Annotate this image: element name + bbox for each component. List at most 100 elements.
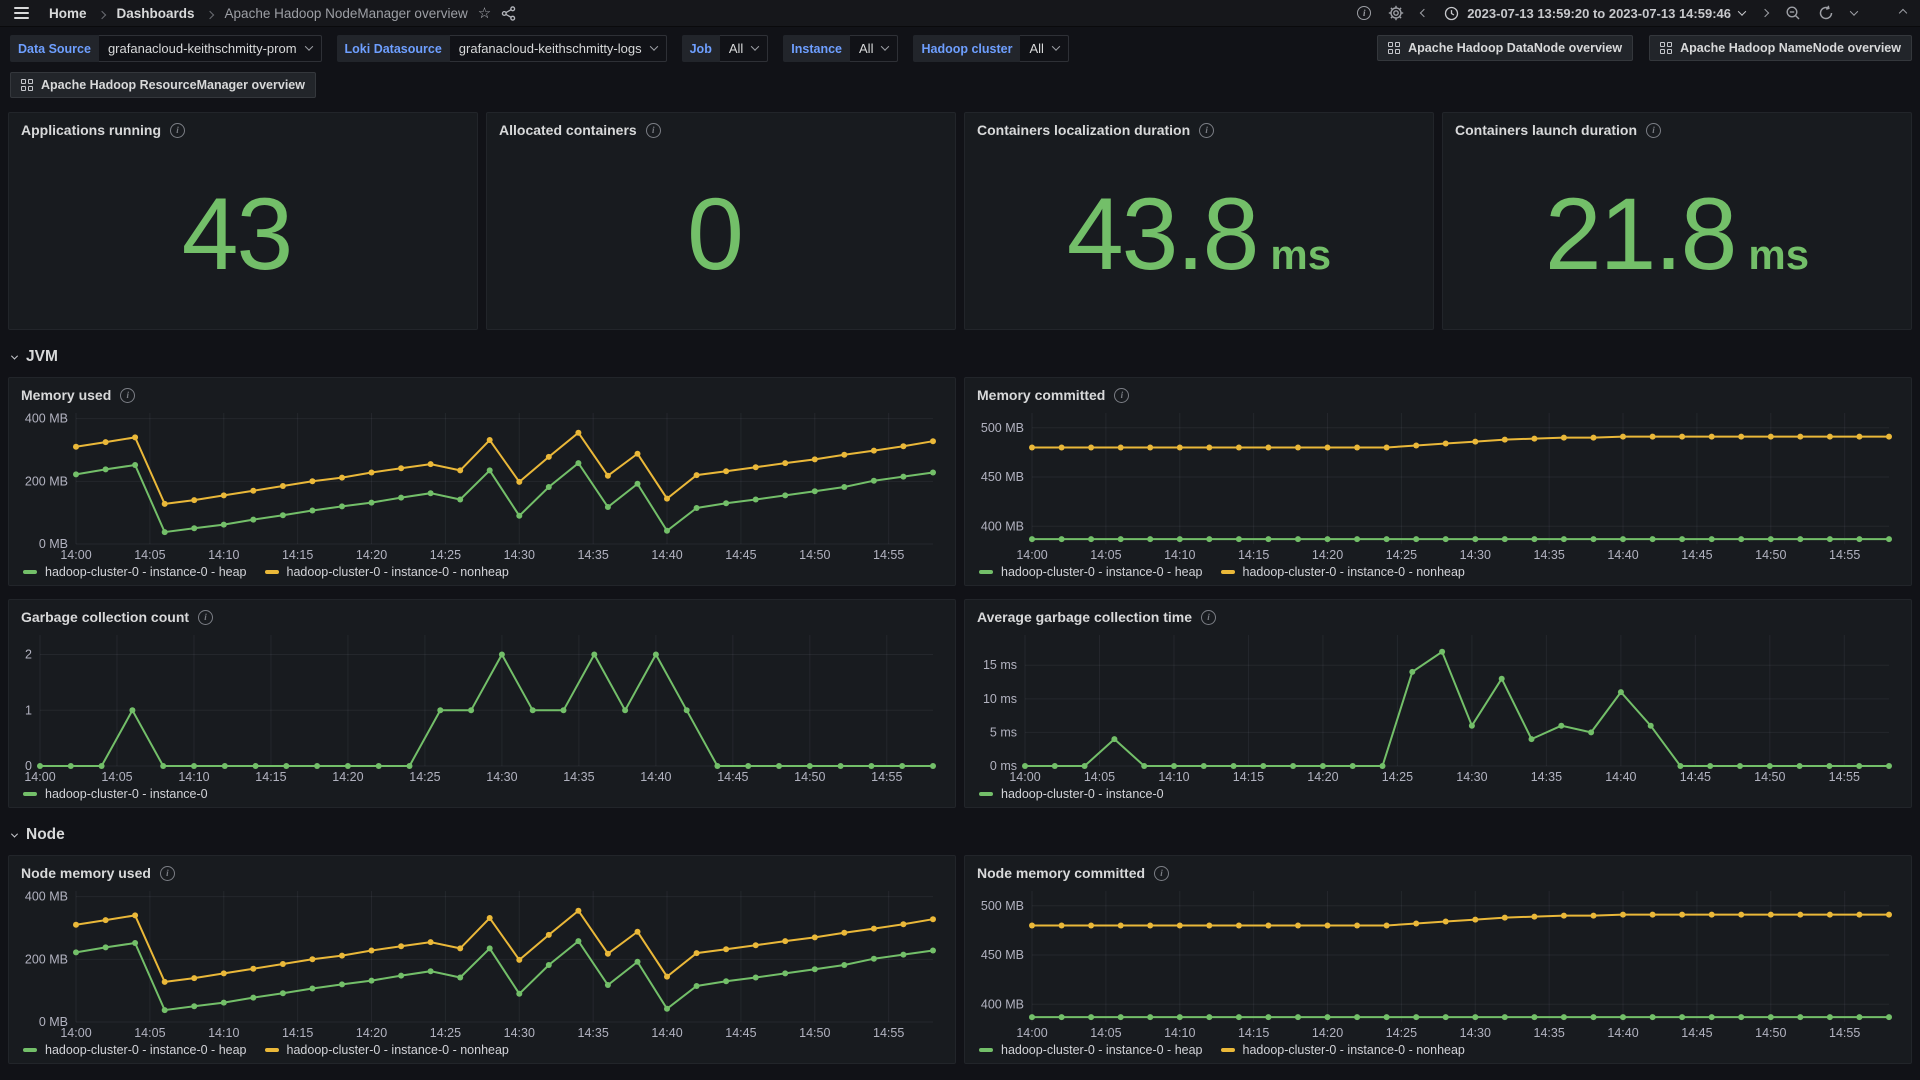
share-icon[interactable] — [501, 5, 516, 21]
svg-text:14:55: 14:55 — [1829, 1026, 1860, 1040]
svg-text:14:30: 14:30 — [504, 1026, 535, 1040]
panel-title-row[interactable]: Allocated containers i — [487, 113, 955, 138]
chart-legend: hadoop-cluster-0 - instance-0 — [9, 786, 955, 807]
info-icon[interactable]: i — [645, 122, 661, 138]
data-source-dropdown[interactable]: grafanacloud-keithschmitty-prom — [98, 35, 322, 62]
top-nav-bar: Home Dashboards Apache Hadoop NodeManage… — [0, 0, 1920, 27]
info-icon[interactable]: i — [198, 609, 214, 625]
info-icon[interactable]: i — [1201, 609, 1216, 625]
node-row-1: Node memory used i 14:00 14:05 14:10 14:15 1… — [0, 846, 1920, 1064]
menu-icon[interactable] — [14, 7, 29, 19]
svg-text:5 ms: 5 ms — [990, 725, 1017, 739]
kiosk-caret-up-icon[interactable] — [1898, 8, 1908, 18]
job-dropdown[interactable]: All — [719, 35, 769, 62]
filter-label: Data Source — [10, 35, 99, 62]
instance-dropdown[interactable]: All — [850, 35, 899, 62]
svg-text:14:50: 14:50 — [1754, 770, 1785, 784]
settings-gear-icon[interactable] — [1388, 5, 1404, 21]
panel-title-row[interactable]: Average garbage collection time i — [965, 600, 1911, 625]
hadoop-cluster-dropdown[interactable]: All — [1020, 35, 1069, 62]
panel-title-row[interactable]: Memory committed i — [965, 378, 1911, 403]
svg-text:14:20: 14:20 — [356, 1026, 387, 1040]
svg-text:14:20: 14:20 — [356, 548, 387, 562]
svg-text:14:50: 14:50 — [1755, 1026, 1786, 1040]
svg-text:200 MB: 200 MB — [25, 474, 68, 488]
svg-text:0 ms: 0 ms — [990, 759, 1017, 773]
info-icon[interactable]: i — [170, 122, 185, 138]
svg-text:14:25: 14:25 — [1382, 770, 1413, 784]
info-icon[interactable]: i — [1114, 387, 1130, 403]
svg-text:14:30: 14:30 — [1456, 770, 1487, 784]
svg-text:14:00: 14:00 — [1016, 548, 1047, 562]
filter-label: Job — [681, 35, 720, 62]
panel-title: Memory committed — [977, 387, 1106, 403]
link-datanode-overview[interactable]: Apache Hadoop DataNode overview — [1377, 35, 1634, 61]
breadcrumb-home[interactable]: Home — [49, 6, 87, 21]
node-memory-committed-chart[interactable]: 14:00 14:05 14:10 14:15 14:20 14:25 14:30 14:35… — [971, 883, 1903, 1042]
svg-text:14:40: 14:40 — [1607, 548, 1638, 562]
dashboard-links: Apache Hadoop DataNode overview Apache H… — [1377, 35, 1912, 61]
jvm-row-2: Garbage collection count i 14:00 14:05 14:… — [0, 586, 1920, 808]
panel-title-row[interactable]: Node memory committed i — [965, 856, 1911, 881]
stat-unit: ms — [1270, 230, 1332, 278]
panel-node-memory-used: Node memory used i 14:00 14:05 14:10 14:15 1… — [8, 855, 956, 1064]
svg-text:14:55: 14:55 — [873, 1026, 904, 1040]
info-icon[interactable]: i — [120, 387, 136, 403]
link-namenode-overview[interactable]: Apache Hadoop NameNode overview — [1649, 35, 1912, 61]
svg-text:14:45: 14:45 — [1680, 770, 1711, 784]
svg-text:400 MB: 400 MB — [981, 519, 1024, 533]
section-header-jvm[interactable]: JVM — [0, 330, 1920, 368]
svg-text:14:10: 14:10 — [1164, 1026, 1195, 1040]
time-forward-icon[interactable] — [1760, 8, 1770, 18]
time-back-icon[interactable] — [1419, 8, 1429, 18]
memory-committed-chart[interactable]: 14:00 14:05 14:10 14:15 14:20 14:25 14:30 14:35… — [971, 405, 1903, 564]
svg-text:14:05: 14:05 — [101, 770, 132, 784]
panel-gc-count: Garbage collection count i 14:00 14:05 14:… — [8, 599, 956, 808]
loki-datasource-dropdown[interactable]: grafanacloud-keithschmitty-logs — [449, 35, 667, 62]
gc-time-chart[interactable]: 14:00 14:05 14:10 14:15 14:20 14:25 14:30 14:35… — [971, 627, 1903, 786]
panel-title-row[interactable]: Containers localization duration i — [965, 113, 1433, 138]
memory-used-chart[interactable]: 14:00 14:05 14:10 14:15 14:20 14:25 14:30 14:35… — [15, 405, 947, 564]
svg-text:14:30: 14:30 — [1460, 548, 1491, 562]
refresh-interval-dropdown[interactable] — [1849, 7, 1859, 16]
svg-text:14:45: 14:45 — [1681, 1026, 1712, 1040]
section-header-node[interactable]: Node — [0, 808, 1920, 846]
panel-title: Allocated containers — [499, 122, 637, 138]
panel-title-row[interactable]: Memory used i — [9, 378, 955, 403]
link-resourcemanager-overview[interactable]: Apache Hadoop ResourceManager overview — [10, 72, 316, 98]
info-icon[interactable]: i — [1154, 865, 1170, 881]
info-icon[interactable]: i — [159, 865, 175, 881]
help-icon[interactable]: i — [1357, 6, 1372, 20]
panel-containers-launch-duration: Containers launch duration i 21.8 ms — [1442, 112, 1912, 330]
svg-text:14:05: 14:05 — [134, 1026, 165, 1040]
svg-text:14:10: 14:10 — [208, 548, 239, 562]
svg-text:500 MB: 500 MB — [981, 421, 1024, 435]
breadcrumb-dashboards[interactable]: Dashboards — [117, 6, 195, 21]
node-memory-used-chart[interactable]: 14:00 14:05 14:10 14:15 14:20 14:25 14:30 14:35… — [15, 883, 947, 1042]
panel-title-row[interactable]: Containers launch duration i — [1443, 113, 1911, 138]
panel-title: Node memory used — [21, 865, 151, 881]
svg-text:14:15: 14:15 — [282, 548, 313, 562]
svg-text:14:45: 14:45 — [717, 770, 748, 784]
svg-text:14:05: 14:05 — [1090, 1026, 1121, 1040]
filter-job: Job All — [681, 35, 769, 62]
svg-text:14:40: 14:40 — [1605, 770, 1636, 784]
info-icon[interactable]: i — [1199, 122, 1215, 138]
panel-title-row[interactable]: Garbage collection count i — [9, 600, 955, 625]
gc-count-chart[interactable]: 14:00 14:05 14:10 14:15 14:20 14:25 14:30 14:35… — [15, 627, 947, 786]
star-icon[interactable]: ☆ — [478, 4, 491, 22]
time-range-picker[interactable]: 2023-07-13 13:59:20 to 2023-07-13 14:59:… — [1444, 6, 1747, 21]
svg-text:14:25: 14:25 — [430, 548, 461, 562]
svg-text:14:50: 14:50 — [799, 1026, 830, 1040]
info-icon[interactable]: i — [1646, 122, 1662, 138]
svg-text:10 ms: 10 ms — [983, 692, 1017, 706]
svg-text:14:45: 14:45 — [725, 548, 756, 562]
panel-title-row[interactable]: Applications running i — [9, 113, 477, 138]
panel-title-row[interactable]: Node memory used i — [9, 856, 955, 881]
svg-text:14:35: 14:35 — [1534, 1026, 1565, 1040]
refresh-icon[interactable] — [1818, 5, 1834, 21]
stat-panels-row: Applications running i 43 Allocated cont… — [0, 98, 1920, 330]
svg-text:14:35: 14:35 — [578, 548, 609, 562]
zoom-out-icon[interactable] — [1785, 5, 1801, 21]
stat-value: 43 — [181, 176, 293, 291]
